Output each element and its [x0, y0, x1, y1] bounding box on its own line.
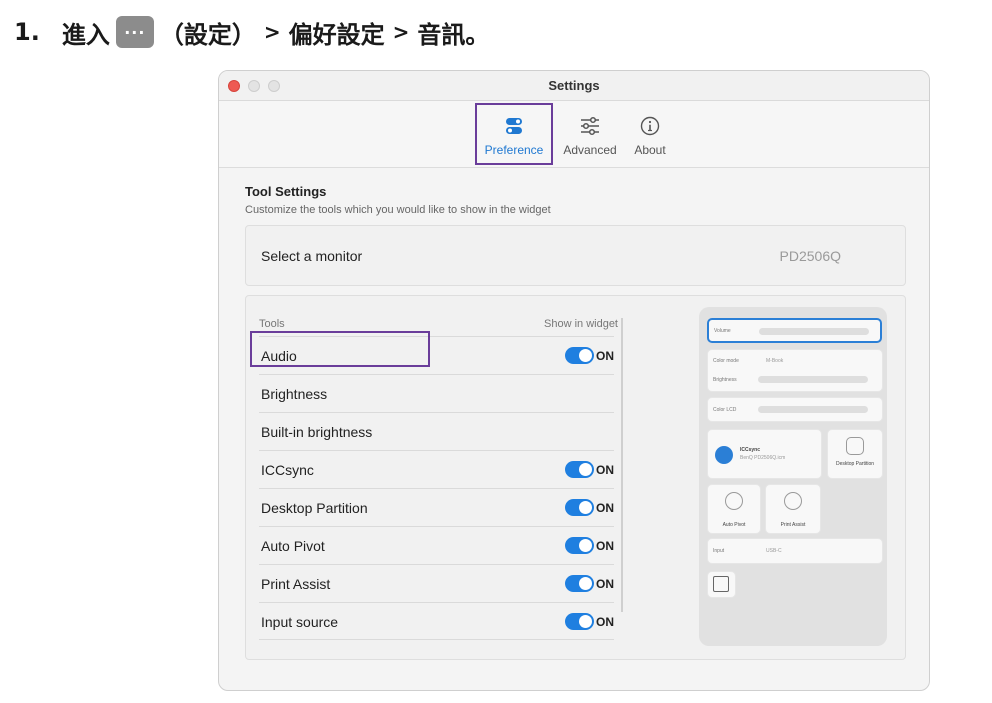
toggle-state: ON	[596, 348, 614, 363]
section-description: Customize the tools which you would like…	[245, 204, 551, 216]
tool-row-auto-pivot: Auto Pivot ON	[259, 526, 614, 564]
preview-label: Brightness	[713, 377, 737, 383]
tool-name: Print Assist	[261, 576, 331, 592]
separator: >	[392, 20, 410, 44]
preview-value: M-Book	[766, 358, 784, 364]
tool-row-input-source: Input source ON	[259, 602, 614, 640]
print-assist-icon	[784, 492, 802, 510]
monitor-selector[interactable]: Select a monitor PD2506Q	[245, 225, 906, 286]
tool-name: Audio	[261, 348, 297, 364]
preview-label: Desktop Partition	[835, 461, 875, 467]
section-title: Tool Settings	[245, 184, 327, 199]
info-icon	[615, 113, 685, 139]
separator: >	[263, 20, 281, 44]
tool-name: ICCsync	[261, 462, 314, 478]
show-column-header: Show in widget	[544, 318, 618, 330]
preview-print-assist: Print Assist	[765, 484, 821, 534]
preview-label: Print Assist	[780, 522, 806, 528]
step-preferences: 偏好設定	[288, 20, 385, 49]
tab-about[interactable]: About	[615, 107, 685, 161]
toggle-print-assist[interactable]: ON	[565, 575, 614, 592]
switch-icon	[565, 537, 594, 554]
tab-preference-label: Preference	[484, 143, 544, 157]
tools-panel: Tools Show in widget Audio ON Brightness…	[245, 295, 906, 660]
tool-name: Desktop Partition	[261, 500, 368, 516]
tool-row-builtin-brightness: Built-in brightness	[259, 412, 614, 450]
toggle-state: ON	[596, 614, 614, 629]
switch-icon	[565, 347, 594, 364]
step-settings: （設定）	[159, 20, 256, 49]
preview-desktop-partition: Desktop Partition	[827, 429, 883, 479]
switch-icon	[565, 575, 594, 592]
preview-label: Color LCD	[713, 407, 737, 413]
preview-volume: Volume	[707, 318, 882, 343]
toggle-auto-pivot[interactable]: ON	[565, 537, 614, 554]
preview-sublabel: BenQ PD2506Q.icm	[740, 455, 786, 461]
preview-iccsync: ICCsync BenQ PD2506Q.icm	[707, 429, 822, 479]
settings-window: Settings Preference Advanced About Tool …	[218, 70, 930, 691]
preview-label: Volume	[714, 328, 731, 334]
toggle-state: ON	[596, 538, 614, 553]
step-audio: 音訊。	[417, 20, 490, 49]
partition-icon	[846, 437, 864, 455]
preview-window-tool	[707, 571, 736, 598]
monitor-label: Select a monitor	[261, 248, 363, 264]
toggle-state: ON	[596, 576, 614, 591]
widget-preview: Volume Color mode M-Book Brightness Colo…	[699, 307, 887, 646]
title-bar: Settings	[219, 71, 929, 101]
pivot-icon	[725, 492, 743, 510]
window-title: Settings	[548, 78, 600, 93]
preview-label: ICCsync	[740, 447, 761, 453]
toggles-icon	[477, 113, 551, 139]
more-icon: ···	[115, 16, 154, 48]
preview-slider	[758, 376, 868, 383]
preview-label: Input	[713, 548, 725, 554]
preview-input: Input USB-C	[707, 538, 883, 564]
tool-name: Built-in brightness	[261, 424, 373, 440]
list-scrollbar[interactable]	[621, 318, 623, 612]
toggle-input-source[interactable]: ON	[565, 613, 614, 630]
toggle-iccsync[interactable]: ON	[565, 461, 614, 478]
tool-row-iccsync: ICCsync ON	[259, 450, 614, 488]
preview-color-lcd: Color LCD	[707, 397, 883, 422]
switch-icon	[565, 461, 594, 478]
preview-value: USB-C	[766, 548, 782, 554]
switch-icon	[565, 613, 594, 630]
instruction-line: 1. 進入 ··· （設定） > 偏好設定 > 音訊。	[14, 12, 489, 52]
toggle-state: ON	[596, 500, 614, 515]
toggle-audio[interactable]: ON	[565, 347, 614, 364]
window-icon	[713, 576, 729, 592]
tool-row-print-assist: Print Assist ON	[259, 564, 614, 602]
iccsync-icon	[715, 446, 733, 464]
monitor-value: PD2506Q	[779, 248, 841, 264]
preview-label: Auto Pivot	[722, 522, 746, 528]
preview-slider	[758, 406, 868, 413]
tools-column-header: Tools	[259, 318, 285, 330]
preview-color-mode: Color mode M-Book Brightness	[707, 349, 883, 392]
switch-icon	[565, 499, 594, 516]
tool-name: Input source	[261, 614, 339, 630]
tool-row-brightness: Brightness	[259, 374, 614, 412]
tool-row-audio: Audio ON	[250, 331, 614, 374]
toggle-state: ON	[596, 462, 614, 477]
toggle-desktop-partition[interactable]: ON	[565, 499, 614, 516]
tool-name: Brightness	[261, 386, 328, 402]
tab-preference[interactable]: Preference	[475, 103, 553, 165]
preview-auto-pivot: Auto Pivot	[707, 484, 761, 534]
tab-about-label: About	[634, 143, 666, 157]
tool-name: Auto Pivot	[261, 538, 325, 554]
step-enter: 進入	[61, 20, 110, 49]
preview-label: Color mode	[713, 358, 739, 364]
step-number: 1.	[14, 18, 40, 46]
preview-slider	[759, 328, 869, 335]
settings-tabs: Preference Advanced About	[219, 101, 929, 168]
tool-row-desktop-partition: Desktop Partition ON	[259, 488, 614, 526]
